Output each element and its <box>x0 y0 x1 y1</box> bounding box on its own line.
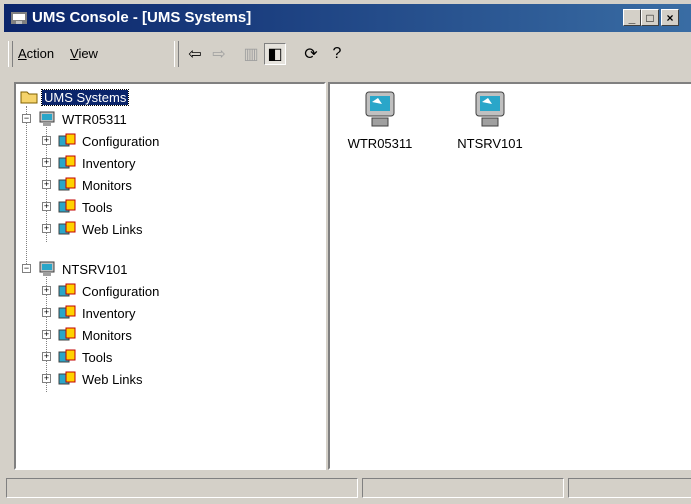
back-arrow-icon[interactable]: ⇦ <box>184 43 206 65</box>
system-item[interactable]: NTSRV101 <box>440 90 540 151</box>
expand-toggle[interactable]: + <box>42 286 51 295</box>
snapin-icon <box>58 133 76 147</box>
tree-child-label: Tools <box>82 349 113 365</box>
results-pane[interactable]: WTR05311 NTSRV101 <box>328 82 691 470</box>
tree-system-node[interactable]: − NTSRV101 <box>20 258 130 280</box>
tree-system-label: WTR05311 <box>62 111 127 127</box>
snapin-icon <box>58 199 76 213</box>
computer-icon <box>39 261 55 276</box>
computer-large-icon <box>365 91 395 127</box>
tree-child-node[interactable]: + Configuration <box>40 130 161 152</box>
tree-child-label: Monitors <box>82 177 132 193</box>
expand-toggle[interactable]: + <box>42 180 51 189</box>
tree-root-label: UMS Systems <box>40 88 130 106</box>
tree-child-node[interactable]: + Monitors <box>40 324 134 346</box>
tree-child-label: Configuration <box>82 283 160 299</box>
window-title: UMS Console - [UMS Systems] <box>32 9 252 26</box>
snapin-icon <box>58 221 76 235</box>
up-level-icon[interactable]: ▥ <box>240 43 262 65</box>
tree-child-label: Web Links <box>82 371 143 387</box>
status-panel-1 <box>6 478 358 498</box>
tree-child-label: Web Links <box>82 221 143 237</box>
expand-toggle[interactable]: + <box>42 202 51 211</box>
tree-system-label: NTSRV101 <box>62 261 128 277</box>
collapse-toggle[interactable]: − <box>22 264 31 273</box>
system-item-label: NTSRV101 <box>457 136 523 151</box>
tree-root[interactable]: UMS Systems <box>20 86 130 108</box>
show-hide-tree-icon[interactable]: ◧ <box>264 43 286 65</box>
expand-toggle[interactable]: + <box>42 374 51 383</box>
snapin-icon <box>58 349 76 363</box>
tree-child-label: Inventory <box>82 155 136 171</box>
expand-toggle[interactable]: + <box>42 158 51 167</box>
maximize-button[interactable]: □ <box>641 9 659 26</box>
help-icon[interactable]: ? <box>326 43 348 65</box>
tree-child-node[interactable]: + Configuration <box>40 280 161 302</box>
tree-system-node[interactable]: − WTR05311 <box>20 108 129 130</box>
tree-child-label: Monitors <box>82 327 132 343</box>
snapin-icon <box>58 283 76 297</box>
tree-child-node[interactable]: + Web Links <box>40 368 144 390</box>
snapin-icon <box>58 305 76 319</box>
menu-view[interactable]: View <box>70 46 98 61</box>
toolbar-separator <box>174 41 179 67</box>
snapin-icon <box>58 177 76 191</box>
snapin-icon <box>58 155 76 169</box>
console-app-icon <box>11 12 27 24</box>
tree-child-node[interactable]: + Tools <box>40 196 114 218</box>
folder-icon <box>20 91 38 104</box>
expand-toggle[interactable]: + <box>42 136 51 145</box>
tree-pane[interactable]: UMS Systems − WTR05311 + Configuration +… <box>14 82 326 470</box>
expand-toggle[interactable]: + <box>42 224 51 233</box>
tree-child-node[interactable]: + Inventory <box>40 302 137 324</box>
forward-arrow-icon[interactable]: ⇨ <box>208 43 230 65</box>
menu-action[interactable]: Action <box>18 46 54 61</box>
status-panel-3 <box>568 478 691 498</box>
minimize-button[interactable]: _ <box>623 9 641 26</box>
system-item-label: WTR05311 <box>347 136 413 151</box>
tree-child-label: Tools <box>82 199 113 215</box>
tree-child-node[interactable]: + Web Links <box>40 218 144 240</box>
tree-child-node[interactable]: + Monitors <box>40 174 134 196</box>
tree-child-node[interactable]: + Inventory <box>40 152 137 174</box>
snapin-icon <box>58 371 76 385</box>
expand-toggle[interactable]: + <box>42 330 51 339</box>
toolbar: Action View ⇦ ⇨ ▥ ◧ ⟳ ? <box>4 34 691 74</box>
expand-toggle[interactable]: + <box>42 352 51 361</box>
computer-large-icon <box>475 91 505 127</box>
collapse-toggle[interactable]: − <box>22 114 31 123</box>
system-item[interactable]: WTR05311 <box>330 90 430 151</box>
tree-child-label: Inventory <box>82 305 136 321</box>
expand-toggle[interactable]: + <box>42 308 51 317</box>
refresh-icon[interactable]: ⟳ <box>300 43 322 65</box>
computer-icon <box>39 111 55 126</box>
tree-child-node[interactable]: + Tools <box>40 346 114 368</box>
snapin-icon <box>58 327 76 341</box>
toolbar-grip <box>8 41 13 67</box>
title-bar: UMS Console - [UMS Systems] _ □ × <box>4 4 691 32</box>
tree-child-label: Configuration <box>82 133 160 149</box>
close-button[interactable]: × <box>661 9 679 26</box>
status-panel-2 <box>362 478 564 498</box>
status-bar <box>4 478 691 500</box>
